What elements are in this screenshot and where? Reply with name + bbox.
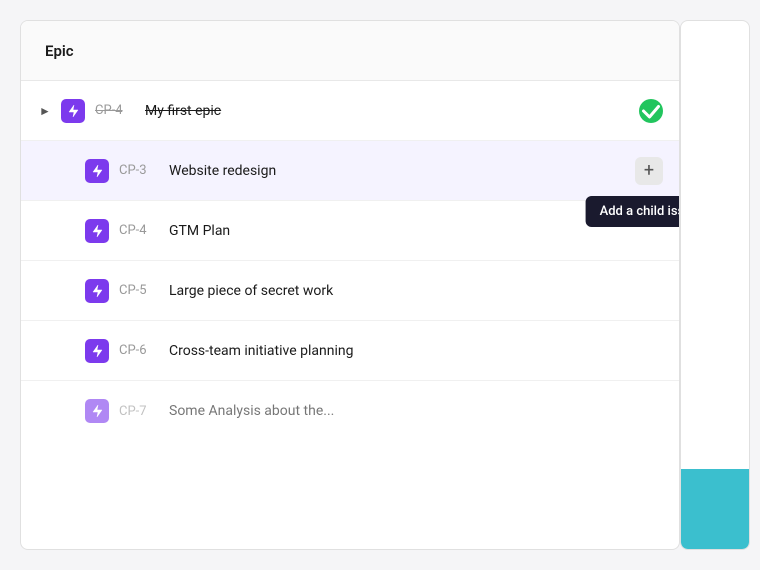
right-panel [680, 20, 750, 550]
issue-type-icon [85, 279, 109, 303]
column-title-epic: Epic [45, 42, 74, 60]
issue-title: Website redesign [169, 163, 635, 179]
add-child-button[interactable]: + [635, 157, 663, 185]
issue-title: Cross-team initiative planning [169, 343, 663, 359]
epic-row-cp-6: CP-6 Cross-team initiative planning [21, 321, 679, 381]
epic-row-cp-7: CP-7 Some Analysis about the... [21, 381, 679, 441]
issue-id: CP-5 [119, 283, 159, 298]
expand-chevron[interactable]: ► [37, 103, 53, 119]
epic-row-cp-4: CP-4 GTM Plan [21, 201, 679, 261]
status-done-badge [639, 99, 663, 123]
issue-id: CP-3 [119, 163, 159, 178]
row-actions [639, 99, 663, 123]
issue-type-icon [85, 399, 109, 423]
issue-id: CP-4 [95, 103, 135, 118]
epic-row-cp-4: ► CP-4 My first epic [21, 81, 679, 141]
main-panel: Epic ► CP-4 My first epic CP-3 Website red… [20, 20, 680, 550]
issue-type-icon [85, 159, 109, 183]
issue-id: CP-4 [119, 223, 159, 238]
issue-id: CP-6 [119, 343, 159, 358]
epic-row-cp-3: CP-3 Website redesign + Add a child issue [21, 141, 679, 201]
issue-title: GTM Plan [169, 223, 663, 239]
issue-type-icon [85, 339, 109, 363]
epic-row-cp-5: CP-5 Large piece of secret work [21, 261, 679, 321]
issue-type-icon [61, 99, 85, 123]
issue-title: Some Analysis about the... [169, 403, 663, 419]
right-panel-accent [681, 469, 749, 549]
rows-container: ► CP-4 My first epic CP-3 Website redesign… [21, 81, 679, 441]
row-actions: + Add a child issue [635, 157, 663, 185]
app-container: Epic ► CP-4 My first epic CP-3 Website red… [0, 0, 760, 570]
add-child-tooltip-container: + Add a child issue [635, 157, 663, 185]
table-header: Epic [21, 21, 679, 81]
issue-id: CP-7 [119, 404, 159, 419]
issue-type-icon [85, 219, 109, 243]
issue-title: Large piece of secret work [169, 283, 663, 299]
issue-title: My first epic [145, 103, 639, 119]
